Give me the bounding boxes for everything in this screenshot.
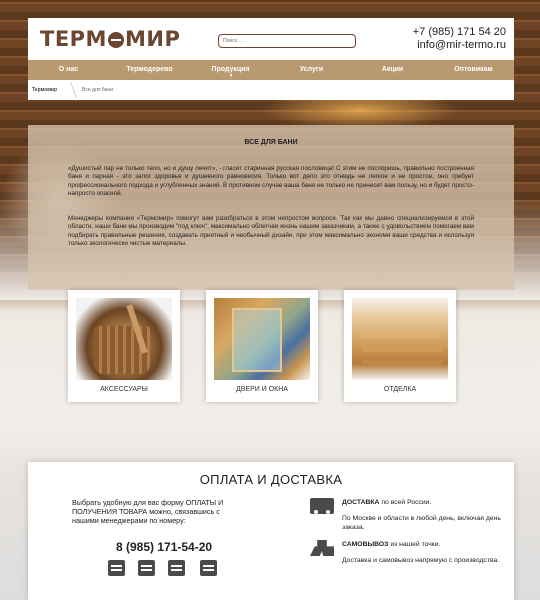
pickup-note: Доставка и самовывоз напрямую с производ…	[342, 557, 500, 564]
search-input[interactable]	[218, 34, 356, 48]
card-label: ДВЕРИ И ОКНА	[236, 386, 288, 393]
card-accessories[interactable]: АКСЕССУАРЫ	[68, 290, 180, 402]
finishing-image	[352, 298, 448, 380]
card-finishing[interactable]: ОТДЕЛКА	[344, 290, 456, 402]
pickup-text: из нашей точки.	[388, 541, 441, 548]
nav-item-products[interactable]: Продукция ▼	[190, 60, 271, 80]
section-title: ОПЛАТА И ДОСТАВКА	[199, 472, 343, 487]
card-doors-windows[interactable]: ДВЕРИ И ОКНА	[206, 290, 318, 402]
nav-item-about[interactable]: О нас	[28, 60, 109, 80]
sauna-accessories-image	[76, 298, 172, 380]
delivery-moscow-text: По Москве и области в любой день, включа…	[342, 515, 501, 531]
nav-item-promotions[interactable]: Акции	[352, 60, 433, 80]
intro-panel: ВСЕ ДЛЯ БАНИ «Душистый пар не только тел…	[28, 125, 514, 290]
chevron-down-icon: ▼	[228, 73, 234, 79]
delivery-label: ДОСТАВКА	[342, 499, 380, 506]
main-nav: О нас Термодерево Продукция ▼ Услуги Акци…	[28, 60, 514, 80]
page-title: ВСЕ ДЛЯ БАНИ	[244, 139, 298, 146]
breadcrumb-separator	[57, 82, 77, 98]
wallet-icon	[108, 560, 125, 576]
mover-icon	[310, 540, 334, 556]
header-email[interactable]: info@mir-termo.ru	[417, 39, 506, 51]
breadcrumb: Термомир Все для бани	[28, 80, 514, 100]
logo-o-icon	[107, 32, 124, 48]
nav-item-thermowood[interactable]: Термодерево	[109, 60, 190, 80]
cash-register-icon	[200, 560, 217, 576]
intro-paragraph-2: Менеджеры компании «Термомир» помогут ва…	[68, 215, 474, 248]
payment-icons	[108, 560, 228, 580]
intro-paragraph-1: «Душистый пар не только тело, но и душу …	[68, 165, 474, 198]
card-icon	[138, 560, 155, 576]
doors-windows-image	[214, 298, 310, 380]
breadcrumb-current: Все для бани	[82, 87, 114, 93]
card-label: ОТДЕЛКА	[383, 386, 417, 393]
nav-item-wholesale[interactable]: Оптовикам	[433, 60, 514, 80]
logo[interactable]: ТЕРМ МИР	[40, 27, 180, 51]
breadcrumb-home[interactable]: Термомир	[32, 87, 57, 93]
payment-text: Выбрать удобную для вас форму ОПЛАТЫ И П…	[72, 498, 224, 525]
site-header: ТЕРММИР +7 (985) 171 54 20 info@mir-term…	[28, 18, 514, 60]
pickup-label: САМОВЫВОЗ	[342, 541, 389, 548]
card-label: АКСЕССУАРЫ	[100, 386, 148, 393]
category-cards: АКСЕССУАРЫ ДВЕРИ И ОКНА ОТДЕЛКА	[0, 286, 540, 406]
payment-delivery-section: ОПЛАТА И ДОСТАВКА Выбрать удобную для ва…	[28, 462, 514, 600]
invoice-icon	[168, 560, 185, 576]
payment-phone[interactable]: 8 (985) 171-54-20	[116, 540, 212, 554]
header-phone[interactable]: +7 (985) 171 54 20	[413, 26, 506, 38]
delivery-text: по всей России.	[379, 499, 432, 506]
nav-item-services[interactable]: Услуги	[271, 60, 352, 80]
truck-icon	[310, 498, 334, 514]
